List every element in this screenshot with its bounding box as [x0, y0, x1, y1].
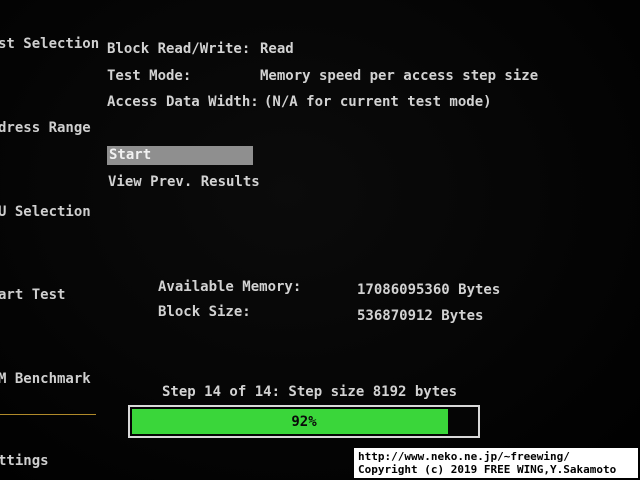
progress-percent: 92%: [291, 414, 317, 430]
block-rw-value[interactable]: Read: [260, 40, 294, 58]
block-rw-label: Block Read/Write:: [107, 41, 251, 57]
nav-item-settings[interactable]: ttings: [0, 452, 49, 470]
nav-selected-underline: [0, 414, 96, 415]
nav-item-test-selection[interactable]: st Selection: [0, 35, 99, 53]
watermark-copyright: Copyright (c) 2019 FREE WING,Y.Sakamoto: [358, 463, 617, 476]
test-mode-value[interactable]: Memory speed per access step size: [260, 67, 538, 85]
block-size-label: Block Size:: [158, 304, 251, 320]
available-memory-value: 17086095360 Bytes: [357, 282, 501, 298]
watermark-url: http://www.neko.ne.jp/~freewing/: [358, 450, 570, 463]
nav-item-ram-benchmark[interactable]: M Benchmark: [0, 370, 91, 388]
block-size-value: 536870912 Bytes: [357, 308, 484, 324]
nav-item-start-test[interactable]: art Test: [0, 286, 65, 304]
available-memory-label: Available Memory:: [158, 279, 302, 295]
memory-benchmark-screen: st Selection dress Range U Selection art…: [0, 0, 640, 480]
nav-item-address-range[interactable]: dress Range: [0, 119, 91, 137]
copyright-watermark: http://www.neko.ne.jp/~freewing/ Copyrig…: [354, 448, 638, 478]
nav-item-cpu-selection[interactable]: U Selection: [0, 203, 91, 221]
progress-step-text: Step 14 of 14: Step size 8192 bytes: [162, 384, 458, 400]
progress-bar: 92%: [128, 405, 480, 438]
test-mode-label: Test Mode:: [107, 68, 192, 84]
view-prev-results-button[interactable]: View Prev. Results: [108, 173, 260, 191]
access-width-value: (N/A for current test mode): [264, 94, 492, 110]
start-button[interactable]: Start: [107, 146, 253, 165]
access-width-label: Access Data Width:: [107, 94, 259, 110]
start-button-label: Start: [109, 147, 152, 163]
